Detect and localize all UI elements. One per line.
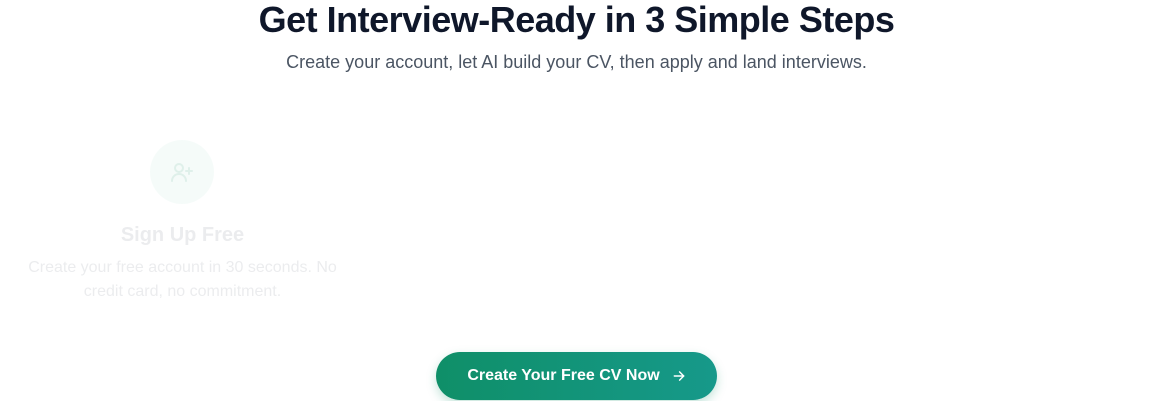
step-description: Create your free account in 30 seconds. … — [28, 259, 337, 300]
section-heading: Get Interview-Ready in 3 Simple Steps — [258, 0, 895, 40]
section-subheading: Create your account, let AI build your C… — [286, 52, 867, 72]
step-title: Sign Up Free — [120, 224, 245, 246]
steps-section: Get Interview-Ready in 3 Simple Steps Cr… — [0, 0, 1153, 401]
step-card-sign-up: Sign Up Free Create your free account in… — [10, 128, 355, 318]
create-cv-button[interactable]: Create Your Free CV Now — [436, 352, 717, 400]
create-cv-button-label: Create Your Free CV Now — [467, 367, 660, 384]
user-plus-icon — [150, 140, 214, 204]
arrow-right-icon — [672, 369, 686, 383]
